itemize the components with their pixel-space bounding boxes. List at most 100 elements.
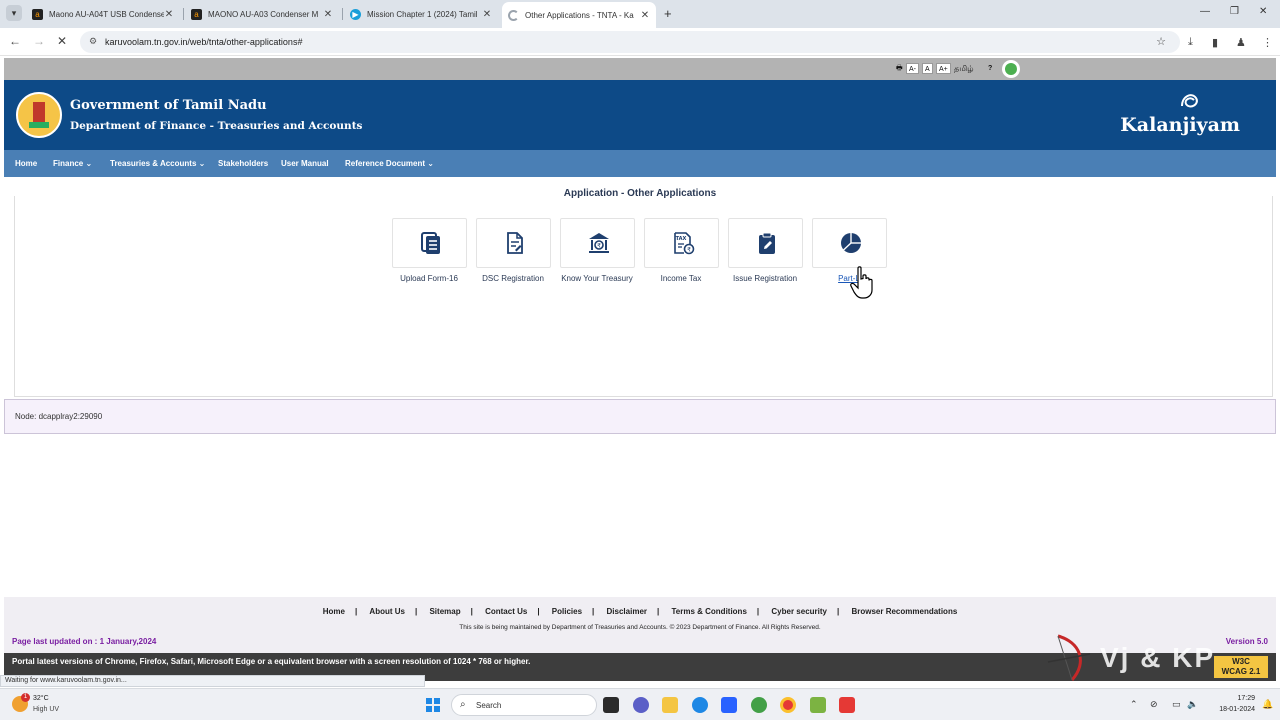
language-toggle[interactable]: தமிழ் — [954, 63, 974, 74]
app-label[interactable]: Part-L — [804, 274, 894, 283]
footer-link-terms[interactable]: Terms & Conditions — [671, 607, 746, 616]
footer-link-contact-us[interactable]: Contact Us — [485, 607, 527, 616]
task-view-icon[interactable] — [603, 697, 619, 713]
chevron-down-icon: ⌄ — [85, 159, 93, 168]
teams-chat-icon[interactable] — [633, 697, 649, 713]
forward-icon[interactable]: → — [33, 34, 45, 48]
issue-registration-card[interactable] — [728, 218, 803, 268]
back-icon[interactable]: ← — [9, 34, 21, 48]
menu-treasuries-accounts[interactable]: Treasuries & Accounts ⌄ — [110, 159, 205, 168]
site-info-icon[interactable]: ⚙ — [89, 36, 97, 47]
tab-title: Mission Chapter 1 (2024) Tamil — [367, 9, 478, 19]
app-label[interactable]: Know Your Treasury — [552, 274, 642, 283]
help-link[interactable]: ? — [988, 63, 992, 74]
footer-link-sitemap[interactable]: Sitemap — [429, 607, 460, 616]
footer-link-about-us[interactable]: About Us — [369, 607, 405, 616]
dsc-registration-card[interactable] — [476, 218, 551, 268]
browser-status-text: Waiting for www.karuvoolam.tn.gov.in... — [0, 675, 425, 687]
footer-link-browser-recommendations[interactable]: Browser Recommendations — [851, 607, 957, 616]
download-icon[interactable]: ⤓ — [1188, 36, 1193, 49]
amazon-icon: a — [32, 8, 43, 20]
app-label[interactable]: Issue Registration — [720, 274, 810, 283]
bookmark-star-icon[interactable]: ☆ — [1156, 35, 1166, 48]
menu-kebab-icon[interactable]: ⋮ — [1262, 36, 1273, 49]
tab-title: Maono AU-A04T USB Condense — [49, 9, 164, 19]
font-normal-button[interactable]: A — [922, 63, 933, 74]
footer-link-disclaimer[interactable]: Disclaimer — [607, 607, 647, 616]
know-your-treasury-card[interactable]: ₹ — [560, 218, 635, 268]
close-tab-icon[interactable]: ✕ — [164, 9, 174, 20]
chevron-down-icon: ⌄ — [198, 159, 206, 168]
menu-user-manual[interactable]: User Manual — [281, 159, 329, 168]
close-tab-icon[interactable]: ✕ — [323, 9, 333, 20]
chevron-down-icon: ⌄ — [427, 159, 434, 168]
footer-link-policies[interactable]: Policies — [552, 607, 582, 616]
video-icon: ▶ — [350, 8, 361, 20]
close-tab-icon[interactable]: ✕ — [640, 10, 650, 21]
edge-browser-icon[interactable] — [692, 697, 708, 713]
address-bar[interactable]: ⚙ karuvoolam.tn.gov.in/web/tnta/other-ap… — [80, 31, 1180, 53]
separator: | — [756, 607, 760, 616]
minimize-icon[interactable]: — — [1200, 6, 1210, 17]
windows-taskbar: 1 32°C High UV ⌕ Search ⌃ ⊘ ▭ 🔈 17:29 18… — [0, 688, 1280, 720]
print-icon[interactable]: 🖶 — [896, 63, 903, 74]
menu-home[interactable]: Home — [15, 159, 37, 168]
part-l-card[interactable] — [812, 218, 887, 268]
browser-tab[interactable]: ▶ Mission Chapter 1 (2024) Tamil ✕ — [344, 4, 498, 24]
side-panel-icon[interactable]: ▮ — [1212, 36, 1218, 49]
brand-name: Kalanjiyam — [1120, 114, 1240, 136]
stop-loading-icon[interactable]: ✕ — [57, 34, 67, 48]
browser-tab[interactable]: a Maono AU-A04T USB Condense ✕ — [26, 4, 180, 24]
font-increase-button[interactable]: A+ — [936, 63, 951, 74]
new-tab-icon[interactable]: + — [664, 6, 672, 21]
menu-reference-document[interactable]: Reference Document ⌄ — [345, 159, 434, 168]
chrome-icon[interactable] — [780, 697, 796, 713]
volume-icon[interactable]: 🔈 — [1187, 699, 1198, 710]
separator: | — [414, 607, 418, 616]
footer-link-cyber-security[interactable]: Cyber security — [771, 607, 827, 616]
footer-link-home[interactable]: Home — [323, 607, 345, 616]
file-explorer-icon[interactable] — [662, 697, 678, 713]
wcag-badge[interactable]: W3C WCAG 2.1 — [1214, 656, 1268, 678]
panel-title: Application - Other Applications — [563, 188, 717, 199]
node-text: Node: dcapplray2:29090 — [15, 412, 103, 421]
tamil-nadu-emblem-icon — [16, 92, 62, 138]
close-window-icon[interactable]: ✕ — [1259, 6, 1267, 17]
tab-title: MAONO AU-A03 Condenser M — [208, 9, 319, 19]
loading-icon — [508, 9, 519, 21]
font-decrease-button[interactable]: A- — [906, 63, 919, 74]
svg-text:₹: ₹ — [597, 243, 601, 250]
system-clock[interactable]: 17:29 18-01-2024 — [1205, 693, 1255, 715]
main-menu: Home Finance ⌄ Treasuries & Accounts ⌄ S… — [4, 150, 1276, 177]
close-tab-icon[interactable]: ✕ — [482, 9, 492, 20]
restore-icon[interactable]: ❐ — [1230, 6, 1239, 17]
maintained-by-text: This site is being maintained by Departm… — [459, 624, 821, 631]
camtasia-icon[interactable] — [810, 697, 826, 713]
app-label[interactable]: DSC Registration — [468, 274, 558, 283]
menu-finance[interactable]: Finance ⌄ — [53, 159, 92, 168]
recorder-icon[interactable] — [839, 697, 855, 713]
whatsapp-icon[interactable] — [751, 697, 767, 713]
browser-note-text: Portal latest versions of Chrome, Firefo… — [12, 657, 531, 666]
network-icon[interactable]: ⊘ — [1150, 699, 1158, 710]
app-label[interactable]: Upload Form-16 — [384, 274, 474, 283]
app-label[interactable]: Income Tax — [636, 274, 726, 283]
browser-tab-active[interactable]: Other Applications - TNTA - Ka ✕ — [502, 2, 656, 28]
url-text[interactable]: karuvoolam.tn.gov.in/web/tnta/other-appl… — [105, 37, 302, 47]
taskbar-search-input[interactable]: ⌕ Search — [451, 694, 597, 716]
windows-start-icon[interactable] — [426, 698, 440, 712]
browser-toolbar: ← → ✕ ⚙ karuvoolam.tn.gov.in/web/tnta/ot… — [0, 28, 1280, 56]
upload-form16-card[interactable] — [392, 218, 467, 268]
microsoft-store-icon[interactable] — [721, 697, 737, 713]
separator: | — [354, 607, 358, 616]
tab-search-button[interactable]: ▾ — [6, 5, 22, 21]
user-avatar-icon[interactable] — [1002, 60, 1020, 78]
clock-date: 18-01-2024 — [1219, 706, 1255, 713]
menu-stakeholders[interactable]: Stakeholders — [218, 159, 268, 168]
wifi-icon[interactable]: ▭ — [1172, 699, 1181, 710]
browser-tab[interactable]: a MAONO AU-A03 Condenser M ✕ — [185, 4, 339, 24]
income-tax-card[interactable]: TAX ₹ — [644, 218, 719, 268]
extensions-icon[interactable]: ♟ — [1236, 36, 1246, 49]
notification-icon[interactable]: 🔔 — [1262, 699, 1273, 710]
chevron-up-icon[interactable]: ⌃ — [1130, 699, 1138, 710]
